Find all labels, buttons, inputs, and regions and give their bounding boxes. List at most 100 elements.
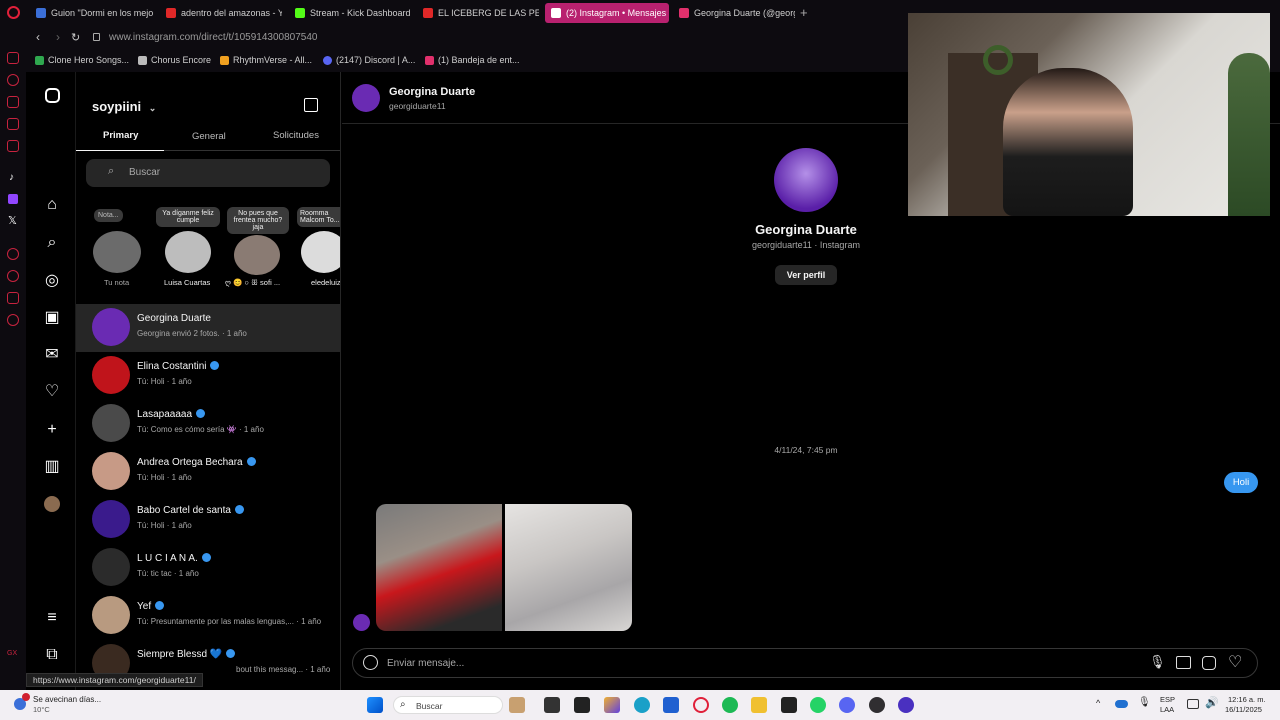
tiktok-icon[interactable]: ♪ — [9, 172, 14, 183]
tab-requests[interactable]: Solicitudes — [273, 130, 319, 141]
widgets-icon[interactable] — [509, 697, 525, 713]
browser-tab[interactable]: adentro del amazonas - Y — [160, 3, 282, 23]
header-name[interactable]: Georgina Duarte — [389, 86, 475, 98]
taskbar-search[interactable]: ⌕ Buscar — [393, 696, 503, 714]
note-item[interactable]: Nota... Tu nota — [92, 205, 142, 290]
reels-icon[interactable]: ▣ — [43, 309, 61, 327]
create-icon[interactable]: + — [43, 421, 61, 439]
heart-icon[interactable] — [7, 292, 19, 304]
browser-tab[interactable]: Guion "Dormi en los mejo — [30, 3, 155, 23]
discord-icon[interactable] — [7, 118, 19, 130]
tab-primary[interactable]: Primary — [103, 130, 138, 141]
capcut-icon[interactable] — [574, 697, 590, 713]
obs-icon[interactable] — [869, 697, 885, 713]
home-icon[interactable]: ⌂ — [43, 196, 61, 214]
sticker-icon[interactable] — [1202, 656, 1216, 670]
browser-tab[interactable]: Stream - Kick Dashboard — [289, 3, 414, 23]
conversation-item[interactable]: Elina Costantini Tú: Holi · 1 año — [76, 352, 340, 400]
verified-icon — [234, 505, 244, 514]
conversation-item[interactable]: L U C I A N A. Tú: tic tac · 1 año — [76, 544, 340, 592]
note-name: Luisa Cuartas — [164, 278, 211, 287]
messenger-icon[interactable] — [7, 52, 19, 64]
tab-general[interactable]: General — [192, 131, 226, 142]
conversation-item[interactable]: Babo Cartel de santa Tú: Holi · 1 año — [76, 496, 340, 544]
browser-tab[interactable]: EL ICEBERG DE LAS PELÍ — [417, 3, 539, 23]
task-view-icon[interactable] — [544, 697, 560, 713]
messenger-icon[interactable]: ✉ — [43, 346, 61, 364]
epic-games-icon[interactable] — [781, 697, 797, 713]
view-profile-button[interactable]: Ver perfil — [775, 265, 837, 285]
network-icon[interactable] — [1187, 699, 1199, 709]
conversation-item[interactable]: Georgina Duarte Georgina envió 2 fotos. … — [76, 304, 340, 352]
search-icon[interactable]: ⌕ — [43, 234, 61, 252]
account-switcher[interactable]: soypiini ⌄ — [92, 99, 156, 114]
store-icon[interactable] — [663, 697, 679, 713]
bookmark[interactable]: Chorus Encore — [138, 55, 211, 65]
telegram-icon[interactable] — [7, 96, 19, 108]
opera-logo-icon[interactable] — [7, 6, 20, 19]
twitch-icon[interactable] — [8, 194, 18, 204]
bookmark[interactable]: (2147) Discord | A... — [323, 55, 415, 65]
url-field[interactable]: www.instagram.com/direct/t/1059143008075… — [109, 32, 317, 43]
threads-icon[interactable]: ⧉ — [43, 646, 61, 664]
profile-avatar-large[interactable] — [774, 148, 838, 212]
note-item[interactable]: Ya díganme feliz cumple Luisa Cuartas — [156, 205, 220, 290]
spotify-icon[interactable] — [722, 697, 738, 713]
conversation-item[interactable]: Yef Tú: Presuntamente por las malas leng… — [76, 592, 340, 640]
edge-icon[interactable] — [634, 697, 650, 713]
new-message-icon[interactable] — [304, 98, 318, 112]
instagram-logo-icon[interactable] — [45, 88, 60, 103]
chevron-up-icon[interactable]: ^ — [1096, 698, 1100, 708]
note-item[interactable]: Roomma Malcom To... eledeluiz — [297, 205, 340, 290]
volume-icon[interactable]: 🔊 — [1205, 696, 1219, 709]
language-primary[interactable]: ESP — [1160, 695, 1175, 704]
microphone-icon[interactable]: 🎙 — [1149, 654, 1166, 670]
sent-message-bubble[interactable]: Holi — [1224, 472, 1258, 493]
clock-time[interactable]: 12:16 a. m. — [1228, 695, 1266, 704]
search-input[interactable]: ⌕ Buscar — [86, 159, 330, 187]
photo-attachment[interactable] — [505, 504, 632, 631]
sender-avatar[interactable] — [353, 614, 370, 631]
image-icon[interactable] — [1176, 656, 1191, 669]
music-icon[interactable] — [7, 248, 19, 260]
header-avatar[interactable] — [352, 84, 380, 112]
browser-tab-active[interactable]: (2) Instagram • Mensajes — [545, 3, 669, 23]
app-icon[interactable] — [898, 697, 914, 713]
menu-icon[interactable]: ≡ — [43, 609, 61, 627]
history-icon[interactable] — [7, 270, 19, 282]
explore-icon[interactable]: ◎ — [43, 272, 61, 290]
conversation-item[interactable]: Andrea Ortega Bechara Tú: Holi · 1 año — [76, 448, 340, 496]
instagram-icon[interactable] — [7, 140, 19, 152]
dashboard-icon[interactable]: ▥ — [43, 458, 61, 476]
bookmark[interactable]: Clone Hero Songs... — [35, 55, 129, 65]
whatsapp-icon[interactable] — [7, 74, 19, 86]
file-explorer-icon[interactable] — [751, 697, 767, 713]
gx-icon[interactable]: GX — [7, 650, 17, 657]
browser-tab[interactable]: Georgina Duarte (@georg — [673, 3, 795, 23]
whatsapp-icon[interactable] — [810, 697, 826, 713]
weather-title[interactable]: Se avecinan días... — [33, 695, 101, 704]
photo-attachment[interactable] — [376, 504, 502, 631]
message-input[interactable]: Enviar mensaje... — [387, 658, 464, 669]
x-icon[interactable]: 𝕏 — [8, 214, 17, 227]
settings-icon[interactable] — [7, 314, 19, 326]
conversation-item[interactable]: Lasapaaaaa Tú: Como es cómo sería 👾 · 1 … — [76, 400, 340, 448]
bookmark[interactable]: RhythmVerse - All... — [220, 55, 312, 65]
bookmark[interactable]: (1) Bandeja de ent... — [425, 55, 520, 65]
microphone-icon[interactable]: 🎙 — [1138, 697, 1151, 708]
copilot-icon[interactable] — [604, 697, 620, 713]
windows-start-icon[interactable] — [367, 697, 383, 713]
message-composer[interactable]: Enviar mensaje... 🎙 ♡ — [352, 648, 1258, 678]
heart-icon[interactable]: ♡ — [43, 383, 61, 401]
forward-icon[interactable]: › — [56, 30, 60, 44]
profile-avatar[interactable] — [44, 496, 60, 512]
back-icon[interactable]: ‹ — [36, 30, 40, 44]
opera-gx-icon[interactable] — [693, 697, 709, 713]
reload-icon[interactable]: ↻ — [71, 31, 80, 44]
discord-icon[interactable] — [839, 697, 855, 713]
note-item[interactable]: No pues que frentea mucho? jaja ღ 😊 ○ ꕥ … — [225, 205, 291, 290]
heart-icon[interactable]: ♡ — [1228, 652, 1242, 672]
onedrive-icon[interactable] — [1115, 700, 1128, 708]
emoji-icon[interactable] — [363, 655, 378, 670]
new-tab-icon[interactable]: + — [800, 5, 808, 20]
